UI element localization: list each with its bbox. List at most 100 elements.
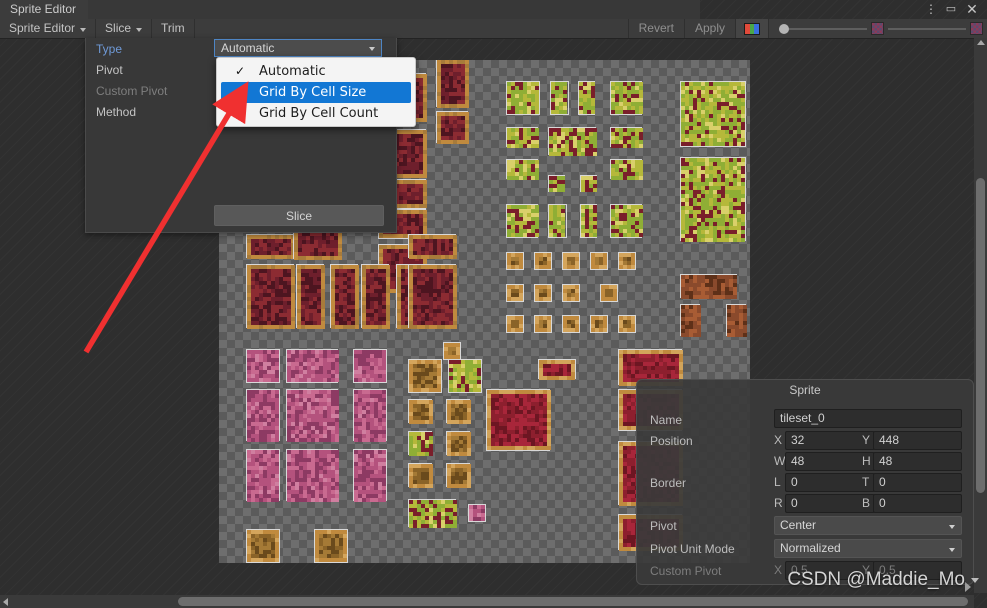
scroll-left-icon[interactable] <box>3 598 8 606</box>
toolbar-sprite-editor-dropdown[interactable]: Sprite Editor <box>0 19 97 38</box>
sprite-tile[interactable] <box>446 399 471 424</box>
sprite-tile[interactable] <box>680 304 701 337</box>
sprite-tile[interactable] <box>246 349 280 383</box>
slice-button[interactable]: Slice <box>214 205 384 226</box>
sprite-tile[interactable] <box>314 529 348 563</box>
sprite-tile[interactable] <box>578 81 595 115</box>
sprite-tile[interactable] <box>246 234 295 259</box>
menu-item-grid-by-cell-size[interactable]: Grid By Cell Size <box>221 82 411 103</box>
scroll-up-icon[interactable] <box>977 40 985 45</box>
sprite-tile[interactable] <box>330 264 359 329</box>
sprite-tile[interactable] <box>361 264 390 329</box>
sprite-tile[interactable] <box>600 284 618 302</box>
toolbar-trim-button[interactable]: Trim <box>152 19 195 38</box>
sprite-tile[interactable] <box>353 389 387 442</box>
sprite-tile[interactable] <box>506 315 524 333</box>
sprite-tile[interactable] <box>486 389 551 451</box>
close-icon[interactable]: ✕ <box>962 0 982 19</box>
sprite-tile[interactable] <box>726 304 747 337</box>
zoom-slider[interactable] <box>888 27 966 30</box>
sprite-tile[interactable] <box>590 252 608 270</box>
sprite-tile[interactable] <box>618 315 636 333</box>
sprite-tile[interactable] <box>446 463 471 488</box>
sprite-tile[interactable] <box>286 349 339 383</box>
sprite-tile[interactable] <box>550 81 569 115</box>
sprite-tile[interactable] <box>436 111 469 144</box>
sprite-tile[interactable] <box>246 449 280 502</box>
name-input[interactable]: tileset_0 <box>774 409 962 428</box>
sprite-tile[interactable] <box>548 204 567 238</box>
sprite-tile[interactable] <box>506 204 539 238</box>
horizontal-scrollbar-thumb[interactable] <box>178 597 968 606</box>
sprite-tile[interactable] <box>506 159 539 180</box>
sprite-tile[interactable] <box>286 389 339 442</box>
sprite-tile[interactable] <box>580 204 597 238</box>
sprite-tile[interactable] <box>610 159 643 180</box>
sprite-tile[interactable] <box>534 284 552 302</box>
sprite-tile[interactable] <box>506 127 539 148</box>
pivot-dropdown[interactable]: Center <box>774 516 962 535</box>
border-top-input[interactable]: 0 <box>873 473 962 492</box>
sprite-tile[interactable] <box>296 264 325 329</box>
alpha-slider-group[interactable] <box>769 19 987 38</box>
sprite-tile[interactable] <box>548 175 565 192</box>
sprite-tile[interactable] <box>534 315 552 333</box>
rgb-channels-toggle[interactable] <box>735 19 769 38</box>
vertical-scrollbar-thumb[interactable] <box>976 178 985 493</box>
height-input[interactable]: 48 <box>873 452 962 471</box>
sprite-tile[interactable] <box>443 342 461 360</box>
sprite-tile[interactable] <box>580 175 597 192</box>
sprite-tile[interactable] <box>590 315 608 333</box>
sprite-tile[interactable] <box>506 81 540 115</box>
sprite-tile[interactable] <box>680 81 746 147</box>
vertical-scrollbar[interactable] <box>974 38 987 593</box>
menu-item-grid-by-cell-count[interactable]: Grid By Cell Count <box>221 103 411 124</box>
sprite-tile[interactable] <box>534 252 552 270</box>
sprite-tile[interactable] <box>246 529 280 563</box>
sprite-tile[interactable] <box>353 449 387 502</box>
sprite-tile[interactable] <box>506 284 524 302</box>
menu-item-automatic[interactable]: Automatic <box>221 61 411 82</box>
sprite-tile[interactable] <box>246 264 295 329</box>
sprite-tile[interactable] <box>408 359 442 393</box>
sprite-tile[interactable] <box>680 157 746 242</box>
sprite-tile[interactable] <box>618 252 636 270</box>
sprite-tile[interactable] <box>506 252 524 270</box>
sprite-tile[interactable] <box>562 252 580 270</box>
sprite-tile[interactable] <box>610 127 643 148</box>
alpha-slider[interactable] <box>779 23 867 34</box>
resize-grip-icon[interactable] <box>965 582 971 592</box>
maximize-icon[interactable]: ▭ <box>941 0 961 19</box>
toolbar-slice-dropdown[interactable]: Slice <box>96 19 153 38</box>
slice-type-dropdown[interactable]: Automatic <box>214 39 382 57</box>
sprite-tile[interactable] <box>286 449 339 502</box>
sprite-tile[interactable] <box>680 274 737 299</box>
apply-button[interactable]: Apply <box>683 19 735 38</box>
pivot-unit-mode-dropdown[interactable]: Normalized <box>774 539 962 558</box>
sprite-tile[interactable] <box>408 499 457 528</box>
sprite-tile[interactable] <box>448 359 482 393</box>
window-menu-icon[interactable]: ⋮ <box>921 0 941 19</box>
border-bottom-input[interactable]: 0 <box>873 494 962 513</box>
sprite-tile[interactable] <box>548 127 597 156</box>
sprite-tile[interactable] <box>468 504 486 522</box>
sprite-tile[interactable] <box>408 463 433 488</box>
sprite-tile[interactable] <box>538 359 576 380</box>
horizontal-scrollbar[interactable] <box>0 595 974 608</box>
sprite-tile[interactable] <box>436 60 469 108</box>
sprite-tile[interactable] <box>446 431 471 456</box>
sprite-tile[interactable] <box>562 284 580 302</box>
sprite-tile[interactable] <box>610 81 643 115</box>
revert-button[interactable]: Revert <box>627 19 684 38</box>
sprite-tile[interactable] <box>353 349 387 383</box>
alpha-slider-handle[interactable] <box>779 23 789 34</box>
position-y-input[interactable]: 448 <box>873 431 962 450</box>
sprite-tile[interactable] <box>562 315 580 333</box>
slice-type-dropdown-menu[interactable]: Automatic Grid By Cell Size Grid By Cell… <box>216 57 416 127</box>
sprite-tile[interactable] <box>408 264 457 329</box>
sprite-tile[interactable] <box>408 431 433 456</box>
sprite-tile[interactable] <box>246 389 280 442</box>
sprite-tile[interactable] <box>408 234 457 259</box>
sprite-tile[interactable] <box>610 204 643 238</box>
sprite-tile[interactable] <box>408 399 433 424</box>
